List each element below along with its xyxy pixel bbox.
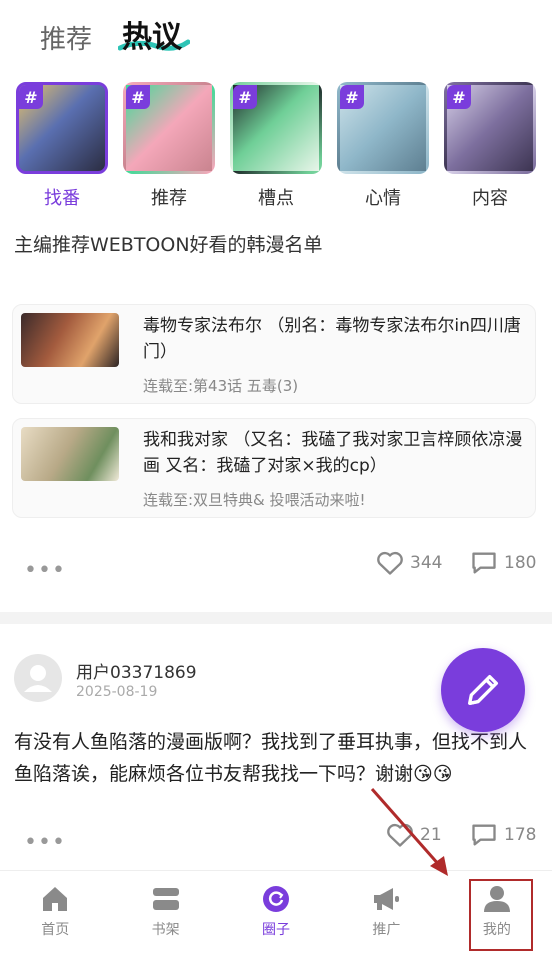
comic-card[interactable]: 毒物专家法布尔 （别名：毒物专家法布尔in四川唐门） 连载至:第43话 五毒(3… — [12, 304, 536, 404]
heart-icon — [377, 551, 403, 575]
hashtag-icon: # — [340, 85, 364, 109]
nav-label: 书架 — [151, 922, 180, 938]
category-recommend[interactable]: # 推荐 — [123, 82, 215, 210]
comment-button[interactable]: 178 — [470, 822, 536, 848]
comment-count: 178 — [504, 825, 537, 845]
post-body[interactable]: 有没有人鱼陷落的漫画版啊？我找到了垂耳执事，但找不到人鱼陷落诶，能麻烦各位书友帮… — [14, 726, 538, 790]
tab-recommend[interactable]: 推荐 — [40, 19, 92, 56]
category-thumbnail: # — [123, 82, 215, 174]
nav-bookshelf[interactable]: 书架 — [110, 871, 220, 953]
comic-cover — [21, 313, 119, 367]
comment-icon — [472, 824, 496, 846]
megaphone-icon — [371, 885, 401, 913]
top-tabs: 推荐 热议 — [40, 10, 191, 56]
home-icon — [40, 885, 70, 913]
nav-label: 首页 — [41, 922, 70, 938]
hashtag-icon: # — [447, 85, 471, 109]
category-label: 找番 — [44, 188, 80, 209]
more-options-icon[interactable]: ••• — [24, 558, 66, 583]
comic-cover — [21, 427, 119, 481]
section-divider — [0, 612, 552, 624]
category-thumbnail: # — [16, 82, 108, 174]
tab-hot-discussion[interactable]: 热议 — [118, 12, 191, 56]
post-actions: ••• 344 180 — [0, 550, 552, 590]
comic-name: 我和我对家 （又名：我磕了我对家卫言梓顾依凉漫画 又名：我磕了对家×我的cp） — [143, 430, 523, 476]
nav-home[interactable]: 首页 — [0, 871, 110, 953]
more-options-icon[interactable]: ••• — [24, 830, 66, 855]
heart-icon — [387, 823, 413, 847]
app-page: 推荐 热议 # 找番 # 推荐 # 槽点 # 心情 # 内容 主编推荐WEBTO… — [0, 0, 552, 953]
like-count: 21 — [420, 825, 442, 845]
comic-status: 连载至:第43话 五毒(3) — [143, 377, 299, 395]
compose-post-button[interactable] — [441, 648, 525, 732]
like-button[interactable]: 21 — [386, 822, 442, 848]
bookshelf-icon — [151, 885, 181, 913]
category-thumbnail: # — [230, 82, 322, 174]
like-button[interactable]: 344 — [376, 550, 442, 576]
comic-card[interactable]: 我和我对家 （又名：我磕了我对家卫言梓顾依凉漫画 又名：我磕了对家×我的cp） … — [12, 418, 536, 518]
comic-name: 毒物专家法布尔 （别名：毒物专家法布尔in四川唐门） — [143, 316, 521, 362]
hashtag-icon: # — [233, 85, 257, 109]
comment-count: 180 — [504, 553, 537, 573]
tab-hot-discussion-label: 热议 — [122, 20, 183, 55]
hashtag-icon: # — [126, 85, 150, 109]
like-count: 344 — [410, 553, 443, 573]
annotation-highlight-box — [469, 879, 533, 951]
category-label: 推荐 — [151, 188, 187, 209]
category-label: 内容 — [472, 188, 508, 209]
category-label: 槽点 — [258, 188, 294, 209]
nav-circle[interactable]: 圈子 — [221, 871, 331, 953]
category-content[interactable]: # 内容 — [444, 82, 536, 210]
post-title[interactable]: 主编推荐WEBTOON好看的韩漫名单 — [14, 230, 323, 257]
post-date: 2025-08-19 — [76, 684, 158, 700]
nav-label: 推广 — [372, 922, 401, 938]
category-mood[interactable]: # 心情 — [337, 82, 429, 210]
comment-icon — [472, 552, 496, 574]
circle-icon — [261, 885, 291, 913]
category-label: 心情 — [365, 188, 401, 209]
category-complaints[interactable]: # 槽点 — [230, 82, 322, 210]
post-actions: ••• 21 178 — [0, 822, 552, 862]
username[interactable]: 用户03371869 — [76, 658, 197, 683]
nav-promotion[interactable]: 推广 — [331, 871, 441, 953]
category-row: # 找番 # 推荐 # 槽点 # 心情 # 内容 — [16, 82, 536, 210]
pencil-icon — [468, 675, 498, 705]
avatar[interactable] — [14, 654, 62, 702]
category-find-anime[interactable]: # 找番 — [16, 82, 108, 210]
comic-status: 连载至:双旦特典& 投喂活动来啦! — [143, 491, 366, 509]
nav-label: 圈子 — [262, 922, 291, 938]
hashtag-icon: # — [19, 85, 43, 109]
category-thumbnail: # — [444, 82, 536, 174]
category-thumbnail: # — [337, 82, 429, 174]
comment-button[interactable]: 180 — [470, 550, 536, 576]
default-avatar-icon — [24, 665, 52, 692]
